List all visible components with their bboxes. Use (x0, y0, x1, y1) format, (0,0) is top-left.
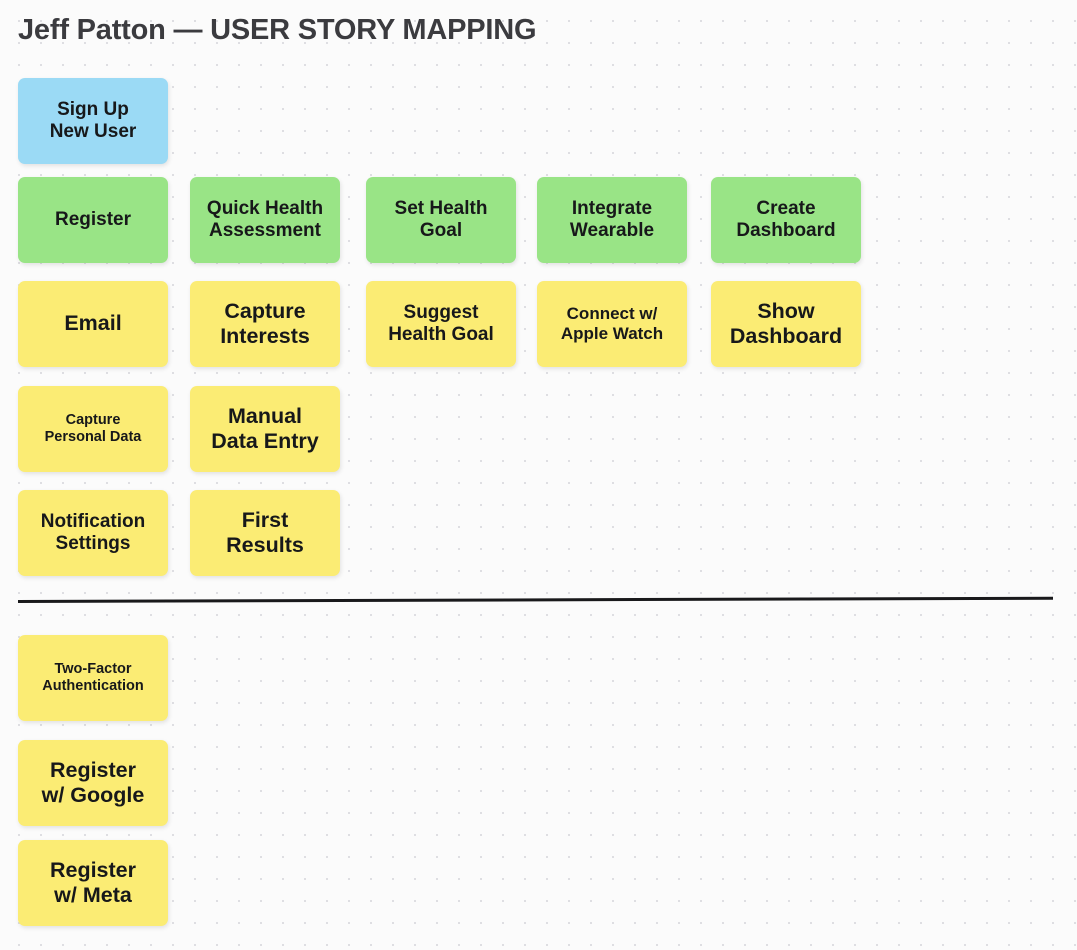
story-card[interactable]: Email (18, 281, 168, 367)
story-map-board: Jeff Patton — USER STORY MAPPING Sign Up… (0, 0, 1077, 950)
story-card-label: Connect w/Apple Watch (560, 304, 664, 343)
story-card-label: Quick Health Assessment (206, 197, 324, 241)
story-card[interactable]: Quick Health Assessment (190, 177, 340, 263)
story-card[interactable]: Create Dashboard (711, 177, 861, 263)
story-card-label: First Results (226, 507, 304, 557)
story-card-label: Integrate Wearable (569, 197, 655, 241)
story-card-label: Manual Data Entry (211, 403, 319, 453)
story-card[interactable]: Integrate Wearable (537, 177, 687, 263)
story-card-label: Capture Personal Data (44, 412, 142, 445)
story-card[interactable]: Two-Factor Authentication (18, 635, 168, 721)
story-card-label: Capture Interests (220, 298, 310, 348)
story-card[interactable]: Sign Up New User (18, 78, 168, 164)
story-card-label: Create Dashboard (736, 197, 836, 241)
story-card-label: Sign Up New User (49, 98, 137, 142)
story-card[interactable]: Register w/ Meta (18, 840, 168, 926)
story-card[interactable]: Suggest Health Goal (366, 281, 516, 367)
story-card-label: Register w/ Meta (49, 857, 137, 907)
story-card-label: Two-Factor Authentication (42, 661, 144, 694)
story-card[interactable]: Show Dashboard (711, 281, 861, 367)
story-card[interactable]: Notification Settings (18, 490, 168, 576)
story-card-label: Register w/ Google (41, 757, 145, 807)
story-card[interactable]: Register w/ Google (18, 740, 168, 826)
story-card-label: Notification Settings (40, 510, 146, 554)
story-card-label: Show Dashboard (729, 298, 843, 348)
story-card[interactable]: Register (18, 177, 168, 263)
release-slice-divider (17, 596, 1053, 603)
story-card[interactable]: Capture Interests (190, 281, 340, 367)
story-card[interactable]: Manual Data Entry (190, 386, 340, 472)
story-card-label: Email (64, 311, 122, 336)
story-card[interactable]: Capture Personal Data (18, 386, 168, 472)
story-card[interactable]: Set Health Goal (366, 177, 516, 263)
story-card[interactable]: Connect w/Apple Watch (537, 281, 687, 367)
page-title: Jeff Patton — USER STORY MAPPING (18, 14, 537, 46)
story-card-label: Register (54, 208, 132, 230)
story-card-label: Suggest Health Goal (388, 301, 494, 345)
story-card[interactable]: First Results (190, 490, 340, 576)
story-card-label: Set Health Goal (394, 197, 488, 241)
